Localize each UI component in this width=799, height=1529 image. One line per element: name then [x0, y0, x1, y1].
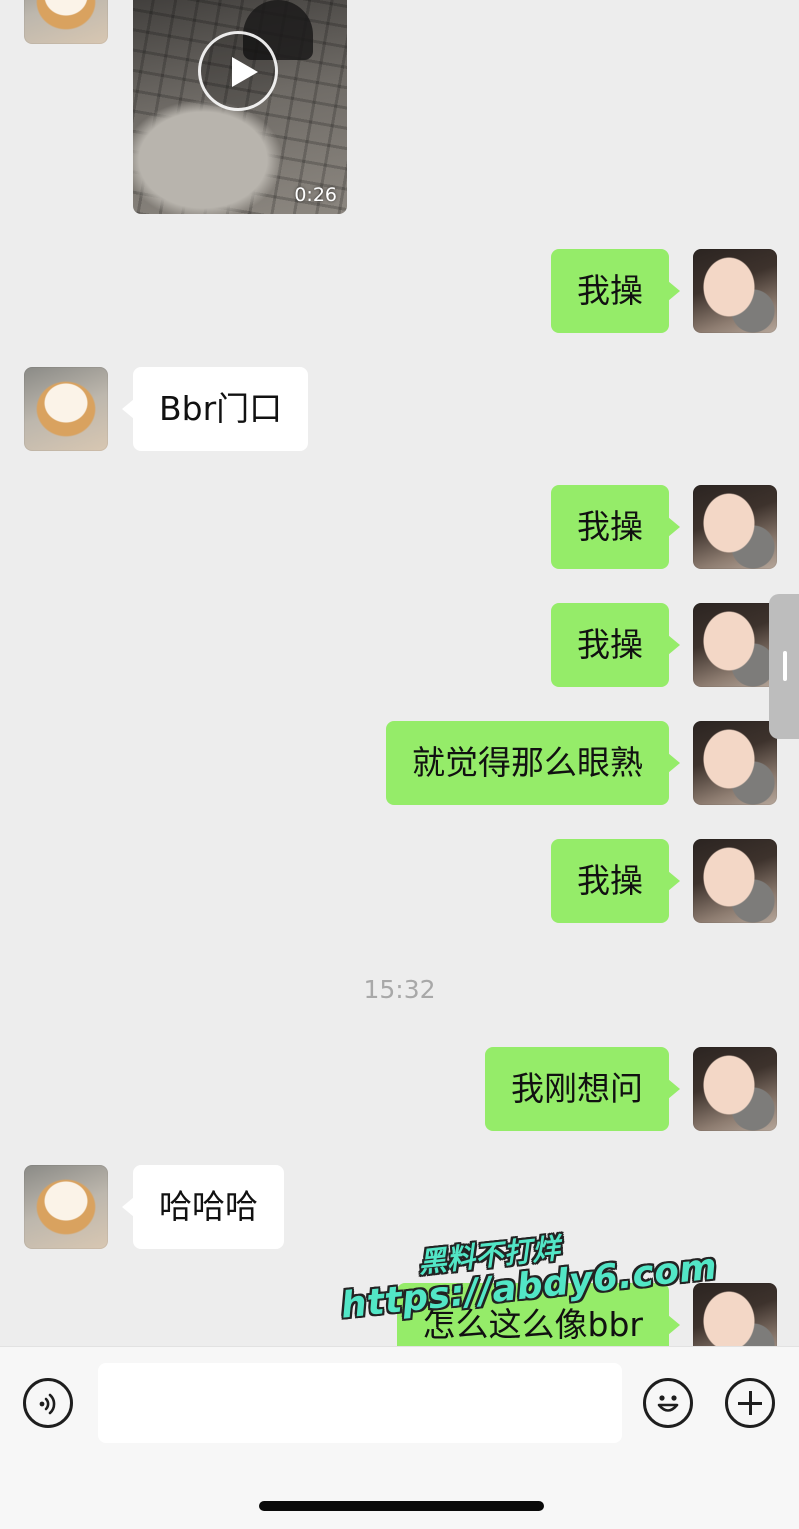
- my-avatar[interactable]: [693, 1047, 777, 1131]
- message-bubble-outgoing[interactable]: 我操: [551, 603, 680, 687]
- message-bubble-outgoing[interactable]: 我刚想问: [485, 1047, 680, 1131]
- emoji-icon-glyph: [657, 1395, 679, 1412]
- video-duration: 0:26: [294, 184, 337, 206]
- video-message[interactable]: 0:26: [133, 0, 347, 214]
- scroll-handle[interactable]: [769, 594, 799, 739]
- voice-icon[interactable]: [23, 1378, 73, 1428]
- message-bubble-outgoing[interactable]: 就觉得那么眼熟: [386, 721, 680, 805]
- input-bar: [0, 1346, 799, 1529]
- message-bubble-outgoing[interactable]: 我操: [551, 249, 680, 333]
- contact-avatar[interactable]: [24, 0, 108, 44]
- my-avatar[interactable]: [693, 603, 777, 687]
- my-avatar[interactable]: [693, 721, 777, 805]
- plus-icon[interactable]: [725, 1378, 775, 1428]
- contact-avatar[interactable]: [24, 367, 108, 451]
- message-timestamp: 15:32: [363, 975, 436, 1004]
- message-bubble-incoming[interactable]: 哈哈哈: [122, 1165, 284, 1249]
- my-avatar[interactable]: [693, 1283, 777, 1346]
- play-icon[interactable]: [198, 31, 278, 111]
- voice-icon-glyph: [39, 1393, 56, 1415]
- message-bubble-outgoing[interactable]: 我操: [551, 839, 680, 923]
- emoji-icon[interactable]: [643, 1378, 693, 1428]
- message-bubble-outgoing[interactable]: 我操: [551, 485, 680, 569]
- my-avatar[interactable]: [693, 249, 777, 333]
- my-avatar[interactable]: [693, 485, 777, 569]
- chat-area[interactable]: 0:26 我操 Bbr门口 我操 我操 就觉得那么眼熟 我操 15:32 我刚想…: [0, 0, 799, 1346]
- contact-avatar[interactable]: [24, 1165, 108, 1249]
- home-indicator: [259, 1501, 544, 1511]
- my-avatar[interactable]: [693, 839, 777, 923]
- message-bubble-incoming[interactable]: Bbr门口: [121, 367, 309, 451]
- message-input[interactable]: [98, 1363, 622, 1443]
